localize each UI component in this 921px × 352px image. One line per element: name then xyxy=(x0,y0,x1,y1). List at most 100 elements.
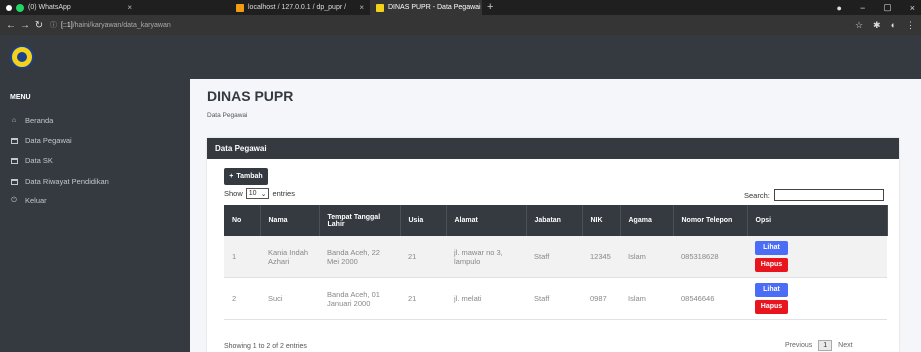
app-brand-bar xyxy=(0,35,921,79)
browser-tab-strip: (0) WhatsApp × localhost / 127.0.0.1 / d… xyxy=(0,0,921,15)
main-content: DINAS PUPR Data Pegawai Data Pegawai + T… xyxy=(190,79,921,352)
table-row: 1 Kania Indah Azhari Banda Aceh, 22 Mei … xyxy=(224,236,887,278)
table-icon xyxy=(10,157,18,164)
table-row: 2 Suci Banda Aceh, 01 Januari 2000 21 jl… xyxy=(224,277,887,320)
profile-icon[interactable]: ● xyxy=(837,3,842,13)
pupr-logo[interactable] xyxy=(10,45,34,69)
tambah-button[interactable]: + Tambah xyxy=(224,168,268,185)
show-prefix: Show xyxy=(224,189,243,198)
chevron-down-icon: ⌄ xyxy=(260,190,267,198)
col-header-nik[interactable]: NIK xyxy=(582,205,621,236)
cell-usia: 21 xyxy=(400,236,446,278)
cell-ttl: Banda Aceh, 01 Januari 2000 xyxy=(319,277,400,320)
cell-nik: 0987 xyxy=(582,277,620,320)
lihat-button[interactable]: Lihat xyxy=(755,241,788,255)
search-label: Search: xyxy=(744,190,770,200)
cell-nama: Suci xyxy=(260,277,319,320)
address-bar: ← → ↻ ⓘ [::1]/haini/karyawan/data_karyaw… xyxy=(0,15,921,35)
sidebar-item-keluar[interactable]: ⏻ Keluar xyxy=(10,196,47,205)
sidebar-item-label: Data Pegawai xyxy=(25,136,72,145)
plus-icon: + xyxy=(229,173,234,180)
tab-label: DINAS PUPR - Data Pegawai xyxy=(388,4,481,11)
home-icon: ⌂ xyxy=(11,117,17,124)
hapus-button[interactable]: Hapus xyxy=(755,258,788,272)
power-icon: ⏻ xyxy=(11,196,17,204)
next-button[interactable]: Next xyxy=(838,342,852,349)
tab-close-icon[interactable]: × xyxy=(359,3,364,12)
close-window-icon[interactable]: × xyxy=(910,3,915,13)
entries-info: Showing 1 to 2 of 2 entries xyxy=(224,343,307,350)
hapus-button[interactable]: Hapus xyxy=(755,300,788,314)
cell-opsi: Lihat Hapus xyxy=(747,277,887,320)
sidebar-item-label: Keluar xyxy=(25,196,47,205)
cell-telepon: 085318628 xyxy=(673,236,747,278)
cell-no: 2 xyxy=(224,277,260,320)
table-icon xyxy=(10,178,18,185)
col-header-telepon[interactable]: Nomor Telepon xyxy=(673,205,748,236)
tab-phpmyadmin[interactable]: localhost / 127.0.0.1 / dp_pupr / × xyxy=(230,0,370,15)
sidebar-item-beranda[interactable]: ⌂ Beranda xyxy=(10,116,53,125)
tab-close-icon[interactable]: × xyxy=(127,3,132,12)
url-field[interactable]: ⓘ [::1]/haini/karyawan/data_karyawan xyxy=(50,20,171,30)
col-header-opsi[interactable]: Opsi xyxy=(747,205,888,236)
sidebar-item-label: Data SK xyxy=(25,156,53,165)
url-host: [::1] xyxy=(61,21,73,29)
cell-usia: 21 xyxy=(400,277,446,320)
info-icon[interactable]: ⓘ xyxy=(50,20,57,30)
col-header-ttl[interactable]: Tempat Tanggal Lahir xyxy=(319,205,401,236)
phpmyadmin-icon xyxy=(236,3,244,12)
col-header-alamat[interactable]: Alamat xyxy=(446,205,527,236)
col-header-no[interactable]: No xyxy=(224,205,261,236)
pegawai-table: No Nama Tempat Tanggal Lahir Usia Alamat… xyxy=(224,205,888,320)
table-icon xyxy=(10,137,18,144)
cell-nama: Kania Indah Azhari xyxy=(260,236,319,278)
tambah-label: Tambah xyxy=(236,173,263,180)
bookmark-star-icon[interactable]: ☆ xyxy=(855,20,863,31)
sidebar-menu-title: MENU xyxy=(10,94,31,101)
cell-agama: Islam xyxy=(620,277,673,320)
page-title: DINAS PUPR xyxy=(207,88,294,104)
cell-agama: Islam xyxy=(620,236,673,278)
new-tab-button[interactable]: + xyxy=(487,1,493,13)
extension-icon[interactable]: ✱ xyxy=(873,20,881,31)
reload-icon[interactable]: ↻ xyxy=(32,20,46,31)
col-header-agama[interactable]: Agama xyxy=(620,205,674,236)
col-header-usia[interactable]: Usia xyxy=(400,205,447,236)
card-header: Data Pegawai xyxy=(207,138,899,159)
cell-alamat: jl. melati xyxy=(446,277,526,320)
tab-dinas-pupr[interactable]: DINAS PUPR - Data Pegawai × xyxy=(370,0,482,15)
sidebar-item-data-sk[interactable]: Data SK xyxy=(10,156,53,165)
cell-opsi: Lihat Hapus xyxy=(747,236,887,278)
search-input[interactable] xyxy=(773,189,884,201)
url-path: /haini/karyawan/data_karyawan xyxy=(72,21,171,29)
cell-ttl: Banda Aceh, 22 Mei 2000 xyxy=(319,236,400,278)
back-icon[interactable]: ← xyxy=(4,20,18,31)
cell-no: 1 xyxy=(224,236,260,278)
minimize-icon[interactable]: − xyxy=(860,3,865,13)
window-controls: ● − ▢ × xyxy=(837,0,915,15)
page-1-button[interactable]: 1 xyxy=(818,340,833,351)
entries-select[interactable]: 10 ⌄ xyxy=(245,188,270,199)
chrome-icon xyxy=(6,4,12,11)
entries-length-control: Show 10 ⌄ entries xyxy=(224,188,295,199)
toolbar-icons: ☆ ✱ ◐ ⋮ xyxy=(855,15,915,35)
sidebar: MENU ⌂ Beranda Data Pegawai Data SK Data… xyxy=(0,79,190,352)
menu-kebab-icon[interactable]: ⋮ xyxy=(906,20,915,31)
lihat-button[interactable]: Lihat xyxy=(755,283,788,297)
maximize-icon[interactable]: ▢ xyxy=(883,2,892,13)
col-header-nama[interactable]: Nama xyxy=(260,205,320,236)
tab-label: (0) WhatsApp xyxy=(28,4,71,11)
search-control: Search: xyxy=(744,189,884,201)
previous-button[interactable]: Previous xyxy=(785,342,812,349)
pupr-favicon-icon xyxy=(376,3,384,12)
sidebar-item-data-pegawai[interactable]: Data Pegawai xyxy=(10,136,72,145)
cell-jabatan: Staff xyxy=(526,236,582,278)
pagination: Previous 1 Next xyxy=(785,340,853,351)
profile-avatar-icon[interactable]: ◐ xyxy=(891,20,896,30)
col-header-jabatan[interactable]: Jabatan xyxy=(526,205,583,236)
sidebar-item-label: Beranda xyxy=(25,116,54,125)
sidebar-item-riwayat-pendidikan[interactable]: Data Riwayat Pendidikan xyxy=(10,177,109,186)
tab-whatsapp[interactable]: (0) WhatsApp × xyxy=(0,0,138,15)
forward-icon[interactable]: → xyxy=(18,20,32,31)
show-suffix: entries xyxy=(272,189,295,198)
